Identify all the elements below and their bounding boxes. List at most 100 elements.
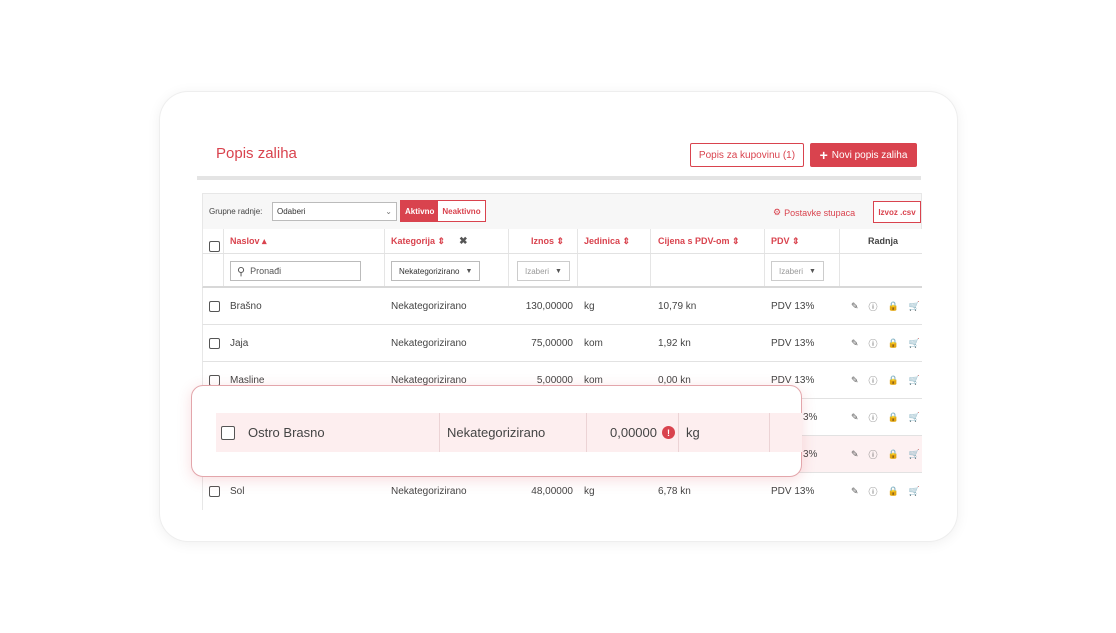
new-inventory-list-button[interactable]: + Novi popis zaliha [810, 143, 917, 167]
amount-filter-dropdown[interactable]: Izaberi ▼ [517, 261, 570, 281]
lock-icon[interactable]: 🔒 [888, 375, 899, 386]
highlighted-row-title: Ostro Brasno [248, 425, 325, 440]
table-row[interactable]: Brašno Nekategorizirano 130,00000 kg 10,… [202, 288, 922, 325]
sort-icon: ⇕ [732, 235, 740, 246]
cart-icon[interactable]: 🛒 [909, 375, 920, 386]
chevron-down-icon: ⌄ [385, 207, 392, 216]
error-icon: ! [662, 426, 675, 439]
info-icon[interactable]: ⓘ [869, 300, 878, 313]
row-unit: kom [584, 337, 603, 349]
row-price: 6,78 kn [658, 486, 691, 497]
cart-icon[interactable]: 🛒 [909, 301, 920, 312]
row-actions: ✎ ⓘ 🔒 🛒 [851, 288, 920, 324]
export-csv-button[interactable]: Izvoz .csv [873, 201, 921, 223]
bulk-actions-label: Grupne radnje: [209, 207, 263, 216]
table-header-row: Naslov ▴ Kategorija ⇕ ✖ Iznos ⇕ Jedinica… [202, 229, 922, 254]
col-category[interactable]: Kategorija ⇕ ✖ [391, 229, 467, 253]
info-icon[interactable]: ⓘ [869, 337, 878, 350]
lock-icon[interactable]: 🔒 [888, 301, 899, 312]
edit-icon[interactable]: ✎ [851, 301, 859, 312]
table-filter-row: ⚲ Pronađi Nekategorizirano ▼ Izaberi ▼ Iza… [202, 254, 922, 288]
category-filter-dropdown[interactable]: Nekategorizirano ▼ [391, 261, 481, 281]
toggle-active[interactable]: Aktivno [401, 201, 439, 221]
highlighted-row-checkbox[interactable] [221, 413, 235, 452]
shopping-list-button[interactable]: Popis za kupovinu (1) [690, 143, 804, 167]
highlighted-row-unit: kg [686, 425, 700, 440]
row-category: Nekategorizirano [391, 337, 467, 349]
col-price[interactable]: Cijena s PDV-om ⇕ [658, 229, 740, 253]
row-price: 10,79 kn [658, 300, 697, 312]
row-actions: ✎ ⓘ 🔒 🛒 [851, 436, 920, 472]
row-unit: kg [584, 300, 595, 312]
header-divider [197, 176, 921, 180]
gear-icon: ⚙ [773, 207, 782, 217]
cart-icon[interactable]: 🛒 [909, 486, 920, 497]
status-toggle: Aktivno Neaktivno [400, 200, 486, 222]
plus-icon: + [819, 147, 828, 163]
row-title: Brašno [230, 300, 262, 312]
column-settings-link[interactable]: ⚙ Postavke stupaca [773, 207, 855, 218]
table-toolbar: Grupne radnje: Odaberi ⌄ Aktivno Neaktiv… [202, 193, 922, 229]
cart-icon[interactable]: 🛒 [909, 449, 920, 460]
sort-icon: ⇕ [792, 235, 800, 246]
bulk-actions-value: Odaberi [277, 207, 306, 216]
cart-icon[interactable]: 🛒 [909, 338, 920, 349]
page-title: Popis zaliha [216, 145, 297, 162]
lock-icon[interactable]: 🔒 [888, 486, 899, 497]
lock-icon[interactable]: 🔒 [888, 449, 899, 460]
bulk-actions-select[interactable]: Odaberi ⌄ [272, 202, 397, 221]
row-checkbox[interactable] [209, 338, 220, 349]
row-amount: 48,00000 [531, 486, 573, 497]
row-vat: PDV 13% [771, 300, 815, 312]
info-icon[interactable]: ⓘ [869, 485, 878, 498]
edit-icon[interactable]: ✎ [851, 486, 859, 497]
table-row[interactable]: Sol Nekategorizirano 48,00000 kg 6,78 kn… [202, 473, 922, 510]
edit-icon[interactable]: ✎ [851, 375, 859, 386]
row-amount: 75,00000 [531, 337, 573, 349]
clear-filter-icon[interactable]: ✖ [459, 236, 467, 247]
row-actions: ✎ ⓘ 🔒 🛒 [851, 399, 920, 435]
row-actions: ✎ ⓘ 🔒 🛒 [851, 473, 920, 510]
search-placeholder: Pronađi [250, 266, 282, 276]
search-icon: ⚲ [237, 265, 246, 278]
edit-icon[interactable]: ✎ [851, 449, 859, 460]
caret-down-icon: ▼ [555, 267, 562, 275]
column-settings-label: Postavke stupaca [784, 207, 856, 218]
vat-filter-dropdown[interactable]: Izaberi ▼ [771, 261, 824, 281]
row-actions: ✎ ⓘ 🔒 🛒 [851, 362, 920, 398]
edit-icon[interactable]: ✎ [851, 338, 859, 349]
info-icon[interactable]: ⓘ [869, 374, 878, 387]
sort-icon: ⇕ [437, 235, 446, 246]
col-unit[interactable]: Jedinica ⇕ [584, 229, 630, 253]
lock-icon[interactable]: 🔒 [888, 338, 899, 349]
row-checkbox[interactable] [209, 301, 220, 312]
col-amount[interactable]: Iznos ⇕ [531, 229, 564, 253]
lock-icon[interactable]: 🔒 [888, 412, 899, 423]
toggle-inactive[interactable]: Neaktivno [438, 201, 485, 221]
col-title[interactable]: Naslov ▴ [230, 229, 267, 253]
select-all-checkbox[interactable] [209, 241, 220, 252]
col-vat[interactable]: PDV ⇕ [771, 229, 800, 253]
highlighted-row-category: Nekategorizirano [447, 425, 546, 440]
row-title: Jaja [230, 337, 249, 349]
highlighted-row-amount: 0,00000 ! [610, 413, 675, 452]
title-search-input[interactable]: ⚲ Pronađi [230, 261, 361, 281]
cart-icon[interactable]: 🛒 [909, 412, 920, 423]
row-vat: PDV 13% [771, 337, 815, 349]
info-icon[interactable]: ⓘ [869, 411, 878, 424]
row-actions: ✎ ⓘ 🔒 🛒 [851, 325, 920, 361]
edit-icon[interactable]: ✎ [851, 412, 859, 423]
row-vat: 3% [803, 411, 818, 423]
new-inventory-list-label: Novi popis zaliha [831, 149, 908, 161]
highlighted-table-row[interactable]: Ostro Brasno Nekategorizirano 0,00000 ! … [216, 413, 802, 452]
info-icon[interactable]: ⓘ [869, 448, 878, 461]
sort-icon: ⇕ [622, 235, 631, 246]
stage: Popis zaliha Popis za kupovinu (1) + Nov… [0, 0, 1116, 633]
row-category: Nekategorizirano [391, 300, 467, 312]
row-checkbox[interactable] [209, 486, 220, 497]
row-category: Nekategorizirano [391, 486, 467, 497]
sort-icon: ⇕ [556, 235, 565, 246]
row-title: Sol [230, 486, 245, 497]
col-action: Radnja [868, 236, 899, 246]
table-row[interactable]: Jaja Nekategorizirano 75,00000 kom 1,92 … [202, 325, 922, 362]
